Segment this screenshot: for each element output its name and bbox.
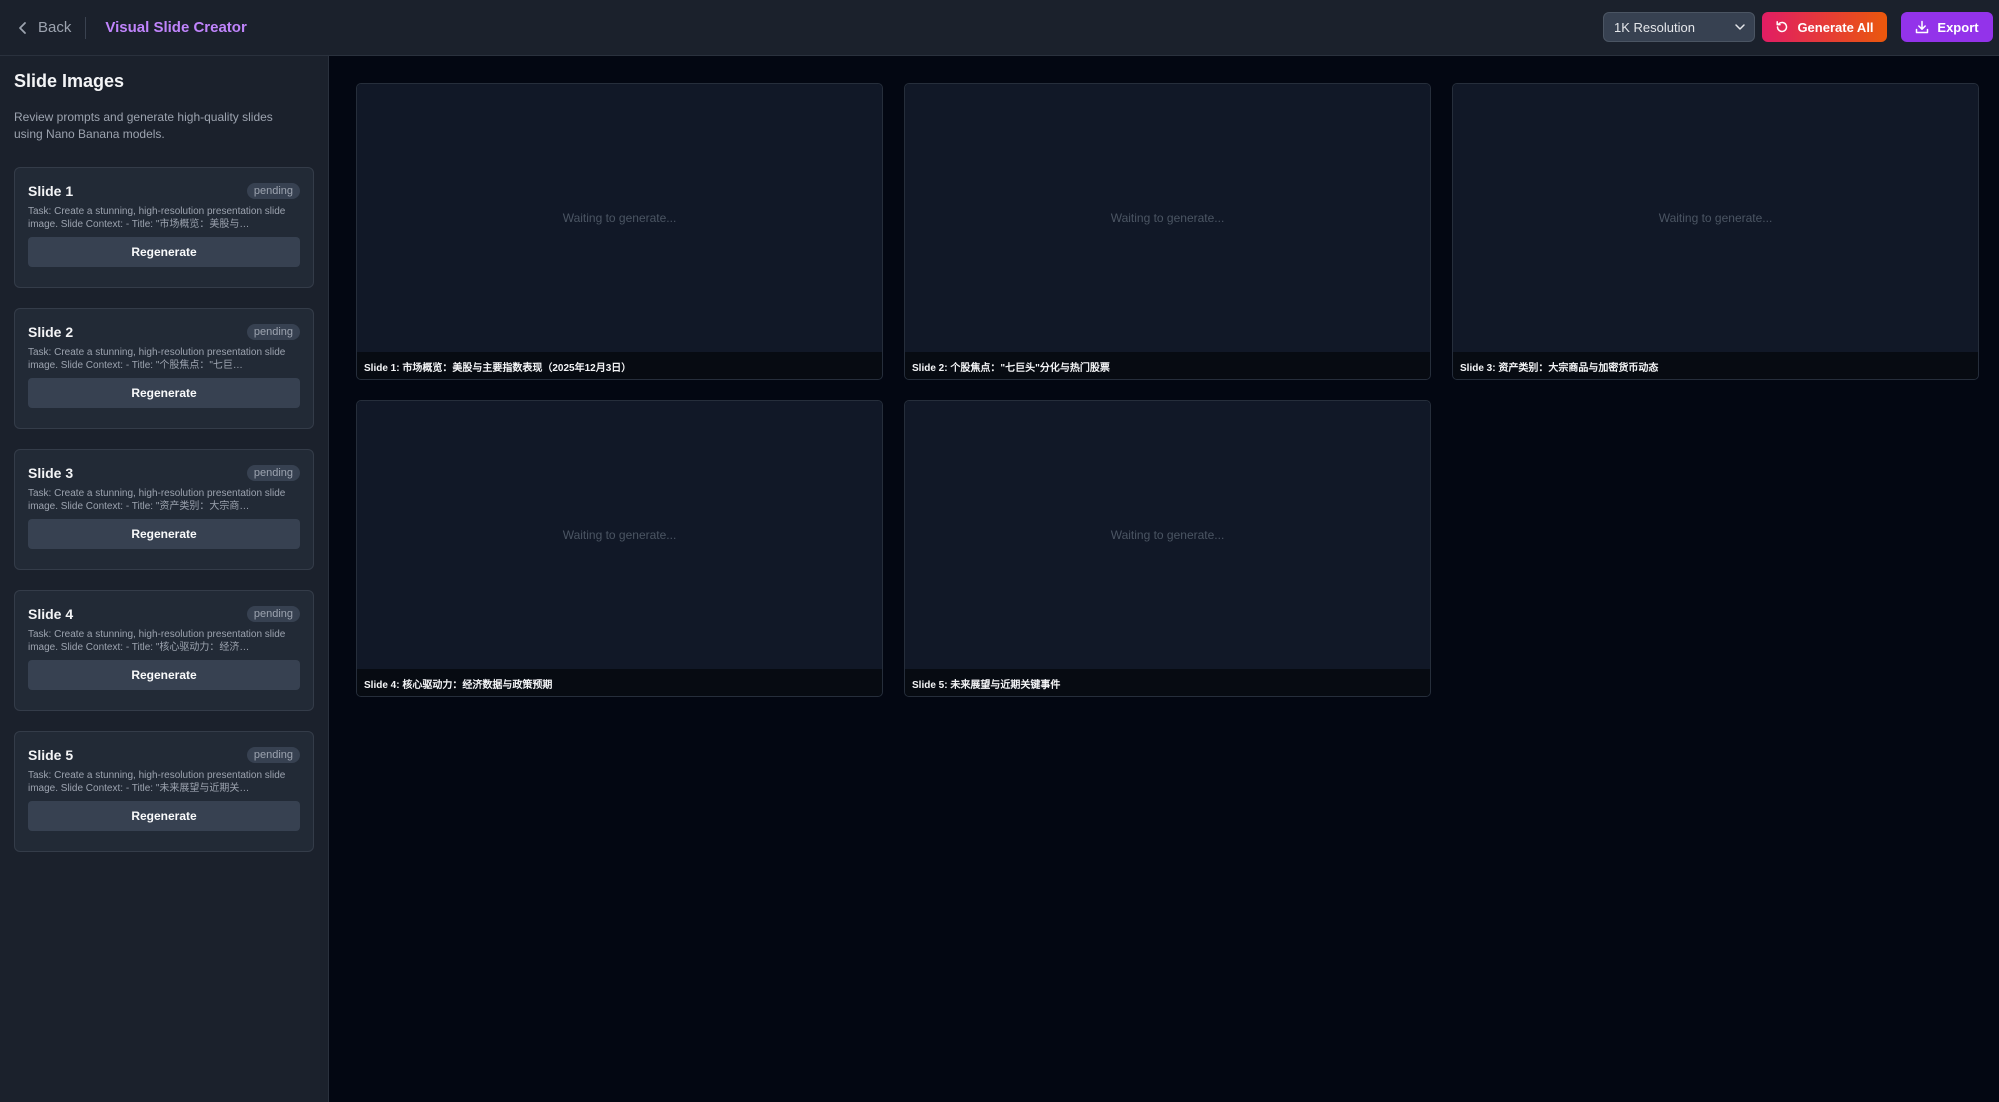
header-divider <box>85 16 87 39</box>
preview-placeholder: Waiting to generate... <box>1453 84 1978 352</box>
regenerate-button[interactable]: Regenerate <box>28 801 300 831</box>
slide-prompt: Task: Create a stunning, high-resolution… <box>28 629 286 653</box>
status-badge: pending <box>246 606 300 622</box>
chevron-left-icon <box>19 21 26 34</box>
download-icon <box>1916 20 1929 34</box>
chevron-down-icon <box>1735 24 1745 30</box>
slide-preview-1[interactable]: Waiting to generate... Slide 1: 市场概览：美股与… <box>356 83 883 380</box>
slide-prompt: Task: Create a stunning, high-resolution… <box>28 206 286 230</box>
slide-card-title: Slide 3 <box>28 465 74 481</box>
preview-placeholder: Waiting to generate... <box>905 401 1430 669</box>
slide-preview-2[interactable]: Waiting to generate... Slide 2: 个股焦点："七巨… <box>904 83 1431 380</box>
preview-placeholder: Waiting to generate... <box>905 84 1430 352</box>
slide-prompt: Task: Create a stunning, high-resolution… <box>28 347 286 371</box>
regenerate-button[interactable]: Regenerate <box>28 237 300 267</box>
header-actions: 1K Resolution Generate All Export <box>1603 12 1993 42</box>
regenerate-button[interactable]: Regenerate <box>28 519 300 549</box>
back-button[interactable]: Back <box>16 14 85 42</box>
regenerate-button[interactable]: Regenerate <box>28 378 300 408</box>
preview-caption: Slide 5: 未来展望与近期关键事件 <box>905 669 1430 696</box>
refresh-icon <box>1776 21 1788 33</box>
regenerate-button[interactable]: Regenerate <box>28 660 300 690</box>
status-badge: pending <box>246 183 300 199</box>
slide-card-4: Slide 4 pending Task: Create a stunning,… <box>14 590 314 711</box>
generate-all-label: Generate All <box>1797 19 1874 35</box>
slide-prompt: Task: Create a stunning, high-resolution… <box>28 770 286 794</box>
app-title: Visual Slide Creator <box>105 19 247 36</box>
preview-caption: Slide 1: 市场概览：美股与主要指数表现（2025年12月3日） <box>357 352 882 379</box>
resolution-value: 1K Resolution <box>1614 19 1695 35</box>
export-label: Export <box>1937 19 1979 35</box>
resolution-select[interactable]: 1K Resolution <box>1603 12 1755 42</box>
slide-card-title: Slide 2 <box>28 324 74 340</box>
export-button[interactable]: Export <box>1901 12 1993 42</box>
preview-caption: Slide 4: 核心驱动力：经济数据与政策预期 <box>357 669 882 696</box>
status-badge: pending <box>246 747 300 763</box>
slide-card-title: Slide 1 <box>28 183 74 199</box>
slide-card-3: Slide 3 pending Task: Create a stunning,… <box>14 449 314 570</box>
slide-card-2: Slide 2 pending Task: Create a stunning,… <box>14 308 314 429</box>
sidebar-title: Slide Images <box>14 71 125 91</box>
slide-card-1: Slide 1 pending Task: Create a stunning,… <box>14 167 314 288</box>
back-label: Back <box>38 19 72 36</box>
slide-prompt: Task: Create a stunning, high-resolution… <box>28 488 286 512</box>
slide-card-5: Slide 5 pending Task: Create a stunning,… <box>14 731 314 852</box>
sidebar-description: Review prompts and generate high-quality… <box>14 110 273 141</box>
slide-preview-5[interactable]: Waiting to generate... Slide 5: 未来展望与近期关… <box>904 400 1431 697</box>
slide-card-title: Slide 4 <box>28 606 74 622</box>
slide-preview-3[interactable]: Waiting to generate... Slide 3: 资产类别：大宗商… <box>1452 83 1979 380</box>
generate-all-button[interactable]: Generate All <box>1762 12 1887 42</box>
preview-placeholder: Waiting to generate... <box>357 401 882 669</box>
status-badge: pending <box>246 465 300 481</box>
slide-preview-4[interactable]: Waiting to generate... Slide 4: 核心驱动力：经济… <box>356 400 883 697</box>
slides-preview-grid: Waiting to generate... Slide 1: 市场概览：美股与… <box>330 56 1999 1102</box>
preview-placeholder: Waiting to generate... <box>357 84 882 352</box>
slides-sidebar: Slide Images Review prompts and generate… <box>0 56 329 1102</box>
top-header: Back Visual Slide Creator 1K Resolution … <box>0 0 1999 56</box>
slide-card-title: Slide 5 <box>28 747 74 763</box>
preview-caption: Slide 3: 资产类别：大宗商品与加密货币动态 <box>1453 352 1978 379</box>
status-badge: pending <box>246 324 300 340</box>
preview-caption: Slide 2: 个股焦点："七巨头"分化与热门股票 <box>905 352 1430 379</box>
